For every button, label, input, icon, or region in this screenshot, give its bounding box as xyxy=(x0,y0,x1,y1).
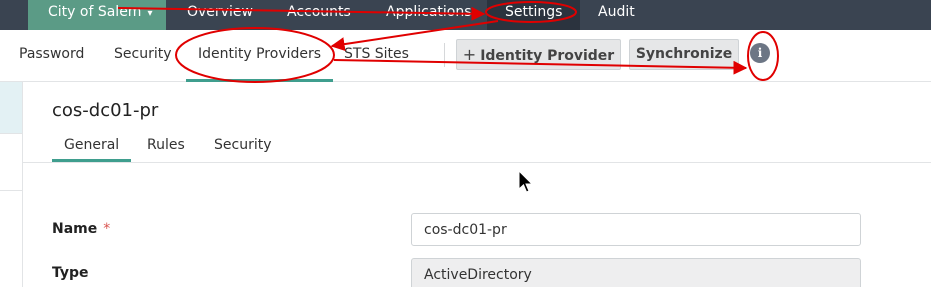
provider-title: cos-dc01-pr xyxy=(52,100,159,121)
info-icon[interactable]: i xyxy=(750,43,770,63)
plus-icon: + xyxy=(462,45,477,64)
toolbar-divider xyxy=(444,43,445,67)
mouse-cursor-icon xyxy=(518,170,534,193)
top-nav: City of Salem ▾ Overview Accounts Applica… xyxy=(0,0,931,30)
tenant-selector[interactable]: City of Salem ▾ xyxy=(28,0,166,30)
provider-list-panel xyxy=(0,82,23,287)
nav-settings[interactable]: Settings xyxy=(487,0,581,30)
name-input[interactable] xyxy=(411,213,861,246)
provider-list-item-selected[interactable] xyxy=(0,82,22,134)
type-field-label: Type xyxy=(52,265,89,281)
list-divider xyxy=(0,190,22,191)
tab-password[interactable]: Password xyxy=(19,30,84,82)
nav-accounts[interactable]: Accounts xyxy=(287,0,351,30)
tab-security[interactable]: Security xyxy=(114,30,172,82)
nav-audit[interactable]: Audit xyxy=(598,0,635,30)
required-indicator: * xyxy=(103,221,111,237)
nav-applications[interactable]: Applications xyxy=(386,0,472,30)
nav-overview[interactable]: Overview xyxy=(187,0,253,30)
tab-identity-providers[interactable]: Identity Providers xyxy=(186,30,334,82)
add-identity-provider-button[interactable]: + Identity Provider xyxy=(456,39,621,70)
tab-rules[interactable]: Rules xyxy=(147,130,185,162)
tenant-name: City of Salem xyxy=(48,4,142,20)
settings-subnav: Password Security Identity Providers STS… xyxy=(0,30,931,82)
tab-sts-sites[interactable]: STS Sites xyxy=(344,30,409,82)
name-label-text: Name xyxy=(52,221,98,237)
name-field-label: Name * xyxy=(52,221,110,237)
add-identity-provider-label: Identity Provider xyxy=(480,48,615,64)
type-input xyxy=(411,258,861,287)
detail-tabs-divider xyxy=(23,162,931,163)
tab-general[interactable]: General xyxy=(52,130,132,162)
synchronize-button[interactable]: Synchronize xyxy=(629,39,739,70)
tab-provider-security[interactable]: Security xyxy=(214,130,272,162)
chevron-down-icon: ▾ xyxy=(147,8,153,19)
